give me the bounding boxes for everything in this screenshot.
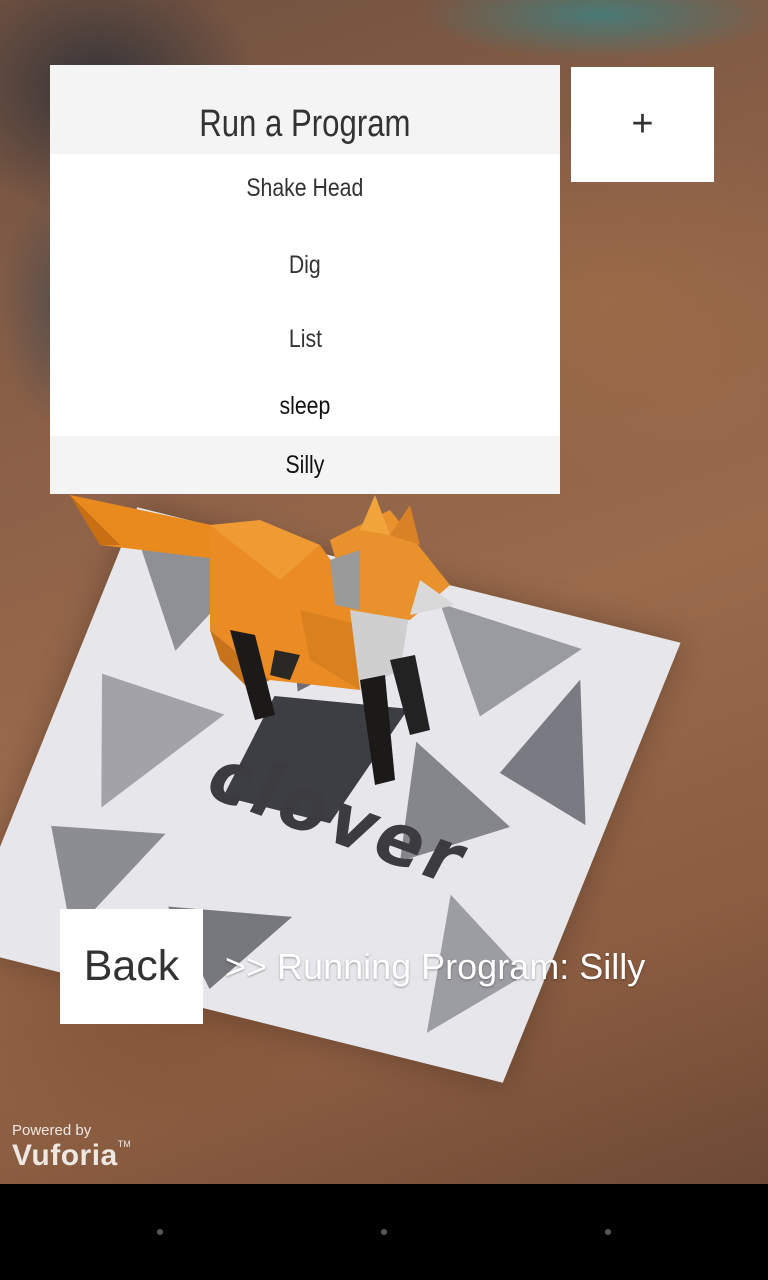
program-item-label: Shake Head <box>246 174 364 202</box>
vuforia-watermark: Powered by VuforiaTM <box>12 1122 131 1173</box>
menu-header: Run a Program <box>50 65 560 154</box>
program-item-label: List <box>288 324 322 353</box>
program-menu: Run a Program Shake Head Dig List sleep … <box>50 65 560 494</box>
add-program-button[interactable]: + <box>571 67 714 182</box>
program-item-silly[interactable]: Silly <box>50 436 560 494</box>
program-item-list[interactable]: List <box>50 302 560 376</box>
program-item-shake-head[interactable]: Shake Head <box>50 154 560 228</box>
navigation-bar <box>0 1184 768 1280</box>
trademark-mark: TM <box>117 1139 131 1149</box>
running-status: >> Running Program: Silly <box>225 946 646 987</box>
back-button[interactable]: Back <box>60 909 203 1024</box>
recents-icon[interactable] <box>605 1229 611 1235</box>
watermark-logo-text: Vuforia <box>12 1139 118 1172</box>
fox-model <box>70 495 455 785</box>
program-item-label: sleep <box>279 391 331 420</box>
program-item-label: Silly <box>285 450 325 479</box>
program-item-label: Dig <box>289 250 321 279</box>
background-object <box>420 0 768 60</box>
watermark-line1: Powered by <box>12 1122 92 1139</box>
home-icon[interactable] <box>381 1229 387 1235</box>
back-icon[interactable] <box>157 1229 163 1235</box>
program-item-dig[interactable]: Dig <box>50 228 560 302</box>
menu-title: Run a Program <box>199 103 411 145</box>
program-item-sleep[interactable]: sleep <box>50 376 560 436</box>
